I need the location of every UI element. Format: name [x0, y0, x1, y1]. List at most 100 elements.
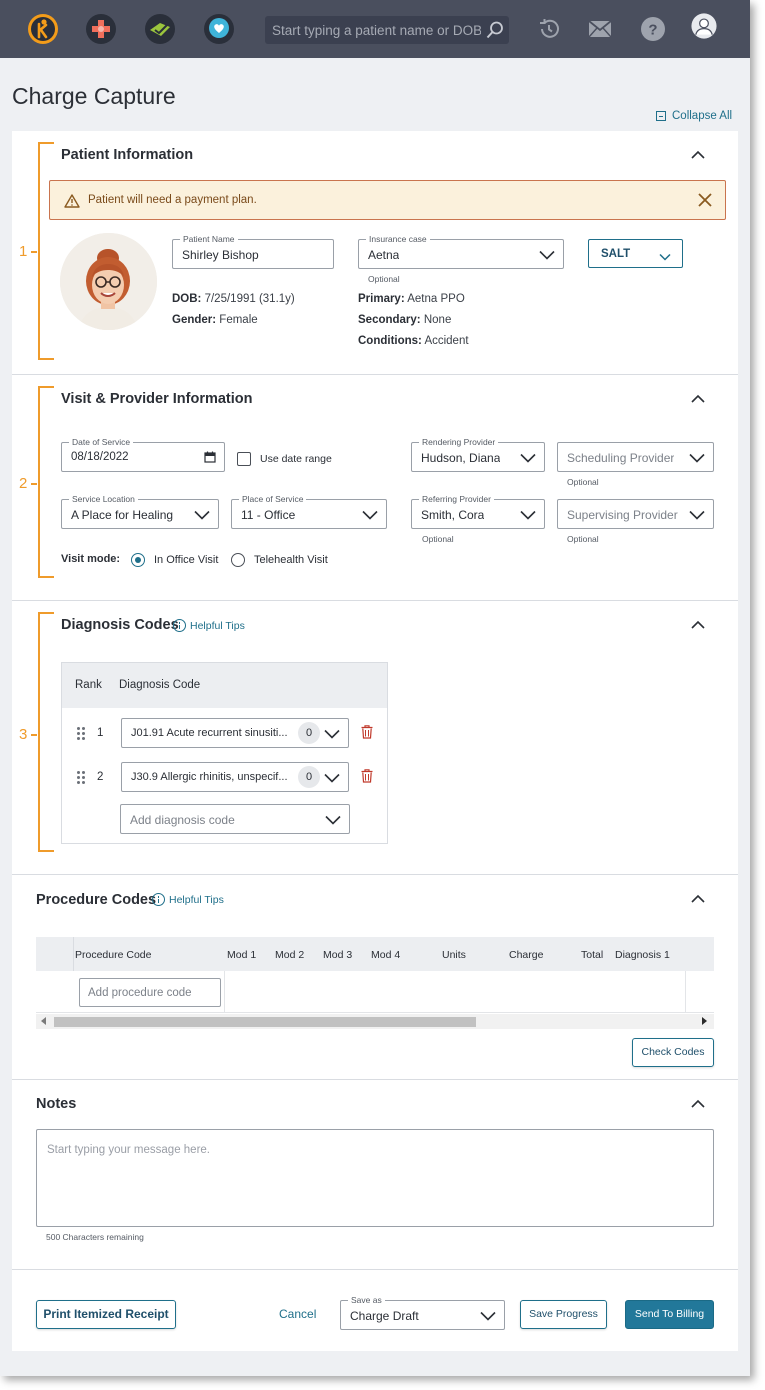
chevron-down-icon [362, 510, 378, 520]
secondary-text: Secondary: None [358, 314, 451, 326]
horizontal-scrollbar[interactable] [36, 1014, 714, 1029]
scroll-left-arrow-icon[interactable] [41, 1017, 46, 1025]
units-column-header: Units [442, 949, 466, 961]
info-icon [173, 619, 186, 632]
bracket-tick [31, 483, 37, 485]
charge-column-header: Charge [509, 949, 544, 961]
heart-hands-icon[interactable] [204, 14, 234, 44]
date-of-service-label: Date of Service [69, 437, 134, 447]
procedure-collapse-chevron-icon[interactable] [691, 894, 705, 904]
insurance-case-select[interactable]: Insurance case Aetna [358, 234, 564, 269]
patient-search-input[interactable] [265, 16, 481, 44]
place-of-service-select[interactable]: Place of Service 11 - Office [231, 494, 387, 529]
search-icon[interactable] [485, 20, 505, 40]
section-divider [12, 1269, 738, 1270]
diagnosis-code-value: J30.9 Allergic rhinitis, unspecif... [131, 771, 288, 783]
drag-handle-icon[interactable] [77, 727, 86, 741]
kareo-logo-icon[interactable] [28, 14, 58, 44]
diagnosis-count-badge: 0 [298, 766, 320, 788]
insurance-optional-hint: Optional [368, 274, 400, 284]
telehealth-visit-label: Telehealth Visit [254, 554, 328, 566]
save-as-select[interactable]: Save as Charge Draft [340, 1295, 505, 1330]
visit-collapse-chevron-icon[interactable] [691, 394, 705, 404]
chevron-down-icon [689, 453, 705, 463]
notes-collapse-chevron-icon[interactable] [691, 1099, 705, 1109]
print-itemized-receipt-button[interactable]: Print Itemized Receipt [36, 1300, 176, 1329]
calendar-icon[interactable] [204, 451, 216, 463]
in-office-visit-radio[interactable] [131, 553, 145, 567]
collapse-all-label: Collapse All [672, 110, 733, 122]
send-to-billing-button[interactable]: Send To Billing [625, 1300, 714, 1329]
primary-label: Primary: [358, 293, 405, 305]
gender-label: Gender: [172, 314, 217, 326]
insurance-case-value: Aetna [368, 248, 400, 262]
supervising-provider-select[interactable]: Supervising Provider [557, 499, 714, 529]
diagnosis-collapse-chevron-icon[interactable] [691, 620, 705, 630]
patient-info-title: Patient Information [61, 147, 194, 163]
history-icon[interactable] [536, 16, 562, 42]
patient-collapse-chevron-icon[interactable] [691, 150, 705, 160]
bracket-tick [31, 734, 37, 736]
secondary-value: None [423, 314, 452, 326]
gender-text: Gender: Female [172, 314, 258, 326]
patient-name-field[interactable]: Patient Name Shirley Bishop [172, 234, 334, 269]
scheduling-optional-hint: Optional [567, 477, 599, 487]
diagnosis-rank: 1 [97, 727, 104, 739]
dob-value: 7/25/1991 (31.1y) [204, 293, 295, 305]
top-navigation-bar: ? [0, 0, 750, 58]
diagnosis-helpful-tips-link[interactable]: Helpful Tips [173, 619, 245, 632]
diagnosis-code-select[interactable]: J01.91 Acute recurrent sinusiti... 0 [121, 718, 349, 748]
medical-cross-icon[interactable] [86, 14, 116, 44]
service-location-label: Service Location [69, 494, 138, 504]
mail-icon[interactable] [587, 16, 613, 42]
help-icon[interactable]: ? [640, 16, 666, 42]
scroll-right-arrow-icon[interactable] [702, 1017, 707, 1025]
date-of-service-value: 08/18/2022 [71, 451, 129, 463]
close-icon[interactable] [697, 192, 713, 208]
add-diagnosis-placeholder: Add diagnosis code [130, 813, 235, 827]
secondary-label: Secondary: [358, 314, 421, 326]
diagnosis-code-column-header: Diagnosis Code [119, 679, 201, 691]
patient-search [265, 16, 509, 44]
diagnosis1-column-header: Diagnosis 1 [615, 949, 670, 961]
cancel-link[interactable]: Cancel [279, 1307, 316, 1321]
conditions-value: Accident [424, 335, 469, 347]
drag-handle-icon[interactable] [77, 771, 86, 785]
check-codes-button[interactable]: Check Codes [632, 1038, 714, 1067]
referring-optional-hint: Optional [422, 534, 454, 544]
patient-name-label: Patient Name [180, 234, 238, 244]
diagnosis-code-select[interactable]: J30.9 Allergic rhinitis, unspecif... 0 [121, 762, 349, 792]
service-location-select[interactable]: Service Location A Place for Healing [61, 494, 219, 529]
notes-textarea[interactable] [36, 1129, 714, 1227]
diagnosis-table: Rank Diagnosis Code 1 J01.91 Acute recur… [61, 662, 388, 844]
mod4-column-header: Mod 4 [371, 949, 401, 961]
visit-provider-title: Visit & Provider Information [61, 391, 253, 407]
mod2-column-header: Mod 2 [275, 949, 305, 961]
trash-icon[interactable] [361, 769, 373, 783]
save-progress-button[interactable]: Save Progress [520, 1300, 607, 1329]
user-avatar-icon[interactable] [691, 13, 721, 43]
section-divider [12, 1079, 738, 1080]
add-diagnosis-code-select[interactable]: Add diagnosis code [120, 804, 350, 834]
save-as-label: Save as [348, 1295, 385, 1305]
chevron-down-icon [659, 250, 671, 264]
scheduling-provider-select[interactable]: Scheduling Provider [557, 442, 714, 472]
use-date-range-checkbox[interactable] [237, 452, 251, 466]
checkbook-icon[interactable] [145, 14, 175, 44]
trash-icon[interactable] [361, 725, 373, 739]
collapse-all-button[interactable]: Collapse All [656, 110, 732, 122]
salt-dropdown-button[interactable]: SALT [588, 239, 683, 268]
date-of-service-field[interactable]: Date of Service 08/18/2022 [61, 437, 225, 472]
chevron-down-icon [539, 250, 555, 260]
telehealth-visit-radio[interactable] [231, 553, 245, 567]
procedure-helpful-tips-link[interactable]: Helpful Tips [152, 893, 224, 906]
gender-value: Female [219, 314, 258, 326]
rendering-provider-select[interactable]: Rendering Provider Hudson, Diana [411, 437, 545, 472]
add-procedure-code-input[interactable] [79, 978, 221, 1007]
page-title: Charge Capture [12, 83, 176, 109]
scrollbar-thumb[interactable] [54, 1017, 476, 1027]
diagnosis-tips-label: Helpful Tips [190, 619, 245, 632]
total-column-header: Total [581, 949, 604, 961]
section-divider [12, 600, 738, 601]
referring-provider-select[interactable]: Referring Provider Smith, Cora [411, 494, 545, 529]
